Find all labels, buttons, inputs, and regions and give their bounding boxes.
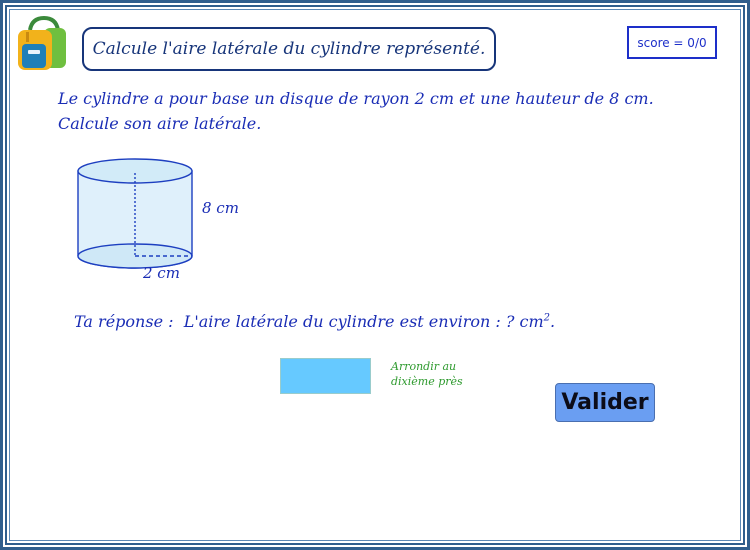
hint-line-2: dixième près bbox=[391, 375, 463, 388]
problem-statement: Le cylindre a pour base un disque de ray… bbox=[58, 86, 654, 136]
exercise-title: Calcule l'aire latérale du cylindre repr… bbox=[82, 27, 496, 71]
score-display: score = 0/0 bbox=[627, 26, 717, 59]
answer-prefix: Ta réponse : bbox=[74, 312, 174, 331]
problem-line-2: Calcule son aire latérale. bbox=[58, 114, 262, 133]
answer-suffix: . bbox=[550, 312, 556, 331]
backpack-icon bbox=[18, 16, 66, 70]
height-label: 8 cm bbox=[202, 199, 239, 217]
answer-text: L'aire latérale du cylindre est environ … bbox=[183, 312, 544, 331]
radius-label: 2 cm bbox=[143, 264, 180, 282]
validate-button[interactable]: Valider bbox=[555, 383, 655, 422]
answer-sentence: Ta réponse : L'aire latérale du cylindre… bbox=[74, 312, 555, 331]
hint-line-1: Arrondir au bbox=[391, 360, 457, 373]
problem-line-1: Le cylindre a pour base un disque de ray… bbox=[58, 89, 654, 108]
cylinder-top-base bbox=[77, 158, 193, 184]
rounding-hint: Arrondir au dixième près bbox=[391, 359, 463, 389]
answer-input[interactable] bbox=[280, 358, 371, 394]
